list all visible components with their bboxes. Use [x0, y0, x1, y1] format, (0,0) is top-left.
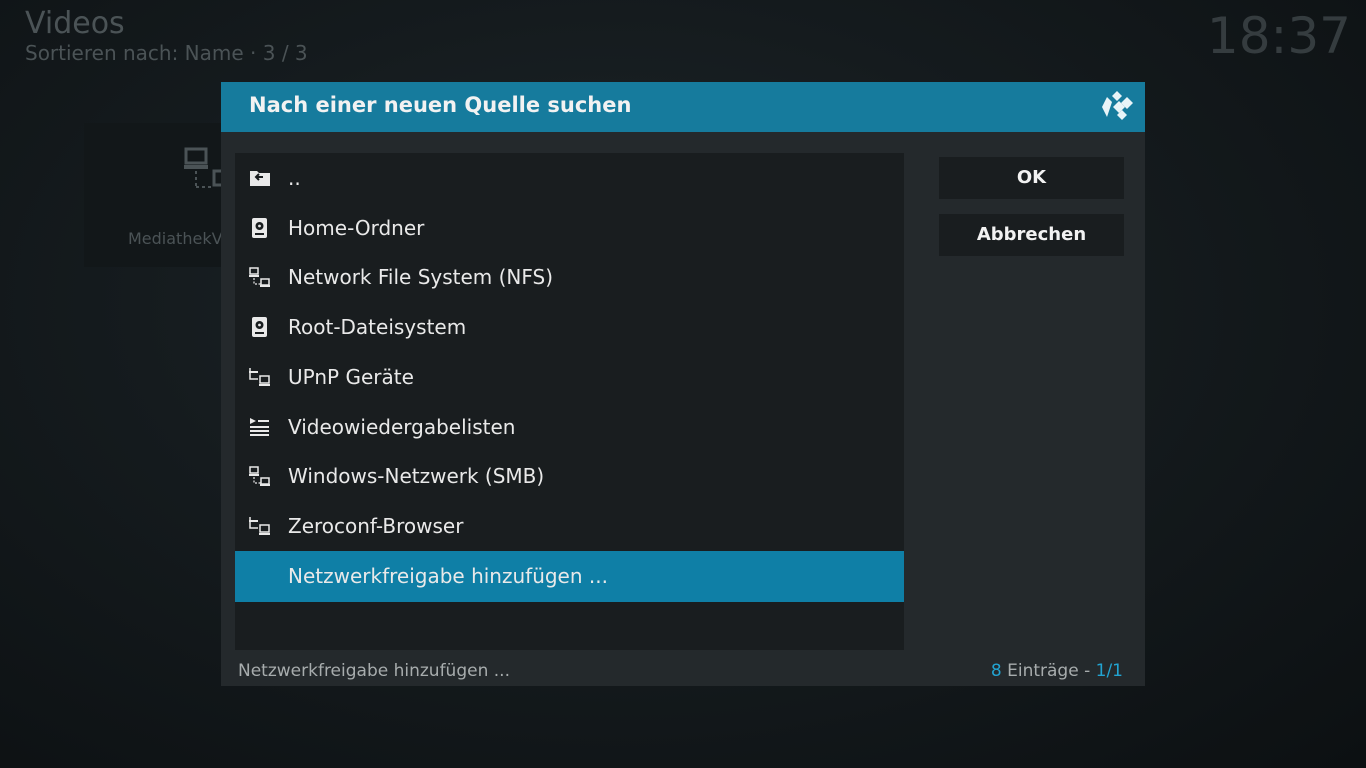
- list-item[interactable]: Network File System (NFS): [235, 252, 904, 302]
- list-item-label: Network File System (NFS): [288, 265, 554, 289]
- cancel-button[interactable]: Abbrechen: [939, 214, 1124, 256]
- list-item[interactable]: Videowiedergabelisten: [235, 402, 904, 452]
- list-item[interactable]: Netzwerkfreigabe hinzufügen ...: [235, 551, 904, 602]
- item-count: 8 Einträge - 1/1: [991, 661, 1123, 681]
- page-indicator: 1/1: [1095, 661, 1123, 681]
- list-item-label: Netzwerkfreigabe hinzufügen ...: [288, 564, 608, 588]
- kodi-logo-icon: [1102, 91, 1133, 120]
- list-item[interactable]: Home-Ordner: [235, 203, 904, 253]
- list-item[interactable]: ..: [235, 153, 904, 203]
- playlist-icon: [250, 418, 269, 436]
- list-item-label: Root-Dateisystem: [288, 315, 467, 339]
- network-icon: [249, 368, 270, 386]
- folder-back-icon: [250, 171, 270, 186]
- dialog-header: Nach einer neuen Quelle suchen: [221, 82, 1145, 132]
- item-count-number: 8: [990, 661, 1002, 681]
- list-item[interactable]: Windows-Netzwerk (SMB): [235, 451, 904, 501]
- clock: 18:37: [1206, 7, 1351, 65]
- list-item-label: ..: [288, 166, 301, 190]
- hard-drive-icon: [252, 317, 267, 337]
- dialog-title: Nach einer neuen Quelle suchen: [249, 93, 632, 117]
- list-item-label: Videowiedergabelisten: [288, 415, 516, 439]
- network-icon: [249, 466, 270, 486]
- list-item-label: Home-Ordner: [288, 216, 425, 240]
- item-count-text: Einträge -: [1001, 661, 1096, 681]
- ok-button[interactable]: OK: [939, 157, 1124, 199]
- source-list[interactable]: .. Home-Ordner Network File System (NFS): [235, 153, 904, 650]
- list-item[interactable]: UPnP Geräte: [235, 352, 904, 402]
- page-header: Videos Sortieren nach: Name · 3 / 3: [25, 6, 308, 66]
- selected-item-label: Netzwerkfreigabe hinzufügen ...: [238, 661, 510, 681]
- page-title: Videos: [25, 6, 125, 41]
- list-item[interactable]: Zeroconf-Browser: [235, 501, 904, 551]
- hard-drive-icon: [252, 218, 267, 238]
- list-item-label: Windows-Netzwerk (SMB): [288, 464, 545, 488]
- network-icon: [249, 517, 270, 535]
- list-item-label: Zeroconf-Browser: [288, 514, 464, 538]
- tile-label: MediathekV: [128, 229, 223, 248]
- sort-info: Sortieren nach: Name · 3 / 3: [25, 41, 308, 65]
- browse-source-dialog: Nach einer neuen Quelle suchen .. Home-O…: [221, 82, 1145, 686]
- list-item[interactable]: Root-Dateisystem: [235, 302, 904, 352]
- list-item-label: UPnP Geräte: [288, 365, 414, 389]
- network-icon: [249, 267, 270, 287]
